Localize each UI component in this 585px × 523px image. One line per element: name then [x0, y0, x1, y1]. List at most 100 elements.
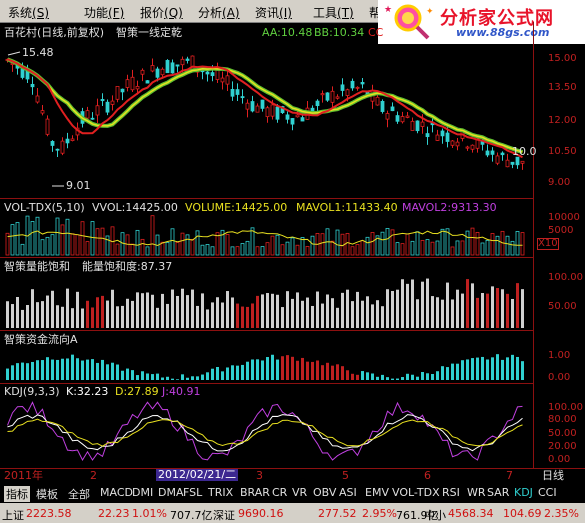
tab-dmi[interactable]: DMI: [132, 486, 153, 499]
tab-rsi[interactable]: RSI: [442, 486, 460, 499]
volume-bar: [35, 216, 40, 256]
volume-bar: [270, 235, 275, 256]
kdj-name: KDJ(9,3,3): [4, 385, 60, 398]
volume-bar: [130, 243, 135, 256]
sz-index: 9690.16: [238, 507, 284, 520]
flow-bar: [186, 377, 189, 380]
flow-bar: [406, 373, 409, 380]
tab-brar[interactable]: BRAR: [240, 486, 270, 499]
tab-dma[interactable]: DMA: [158, 486, 184, 499]
bb-value: BB:10.34: [314, 26, 365, 39]
candle-body: [215, 69, 220, 80]
candle-body: [255, 105, 260, 113]
tab-vol-tdx[interactable]: VOL-TDX: [392, 486, 440, 499]
mavol2-value: MAVOL2:9313.30: [402, 201, 497, 214]
candle-body: [425, 133, 430, 138]
tab-macd[interactable]: MACD: [100, 486, 133, 499]
volume-bar: [225, 234, 230, 256]
tab-sar[interactable]: SAR: [487, 486, 509, 499]
tab-template[interactable]: 模板: [36, 486, 58, 502]
saturation-bar: [186, 295, 189, 328]
panel-divider-flow: [0, 330, 533, 332]
candle-body: [385, 113, 390, 120]
tab-cr[interactable]: CR: [272, 486, 287, 499]
saturation-bar: [221, 302, 224, 328]
flow-bar: [446, 367, 449, 380]
saturation-bar: [426, 278, 429, 328]
volume-bar: [150, 215, 155, 256]
saturation-bar: [486, 293, 489, 328]
volume-bar: [280, 244, 285, 256]
tab-emv[interactable]: EMV: [365, 486, 389, 499]
volume-bar: [185, 234, 190, 256]
saturation-bar: [141, 293, 144, 328]
flow-bar: [211, 368, 214, 380]
tab-indicators[interactable]: 指标: [4, 486, 30, 502]
flow-bar: [311, 361, 314, 380]
candle-body: [90, 117, 95, 120]
flow-bar: [176, 379, 179, 380]
volume-bar: [465, 230, 470, 256]
candle-body: [70, 138, 75, 141]
tab-obv[interactable]: OBV: [313, 486, 336, 499]
tab-wr[interactable]: WR: [467, 486, 486, 499]
tab-trix[interactable]: TRIX: [208, 486, 233, 499]
tab-asi[interactable]: ASI: [339, 486, 357, 499]
saturation-bar: [311, 305, 314, 328]
flow-bar: [276, 359, 279, 380]
saturation-bar: [351, 301, 354, 328]
candle-body: [320, 93, 325, 96]
vol-name: VOL-TDX(5,10): [4, 201, 85, 214]
flow-bar: [351, 373, 354, 380]
last-price-label: 10.0: [512, 145, 537, 158]
saturation-bar: [11, 304, 14, 328]
flow-bar: [181, 374, 184, 380]
volume-bar: [245, 240, 250, 256]
volume-bar: [350, 246, 355, 256]
flow-bar: [451, 363, 454, 380]
tab-fsl[interactable]: FSL: [183, 486, 202, 499]
volume-bar: [160, 241, 165, 256]
volume-bar: [360, 240, 365, 256]
saturation-bar: [276, 294, 279, 328]
saturation-bar: [251, 303, 254, 328]
tab-vr[interactable]: VR: [292, 486, 307, 499]
candle-body: [30, 83, 35, 88]
vvol-value: VVOL:14425.00: [92, 201, 178, 214]
saturation-bar: [386, 289, 389, 328]
kdj-k-value: K:32.23: [66, 385, 109, 398]
candle-body: [110, 100, 115, 105]
volume-bar: [265, 242, 270, 256]
candle-body: [450, 140, 455, 146]
saturation-bar: [236, 303, 239, 328]
flow-bar: [266, 357, 269, 380]
flow-bar: [126, 368, 129, 380]
volume-bar: [170, 228, 175, 256]
flow-bar: [361, 371, 364, 380]
candle-body: [520, 160, 525, 164]
tab-cci[interactable]: CCI: [538, 486, 557, 499]
flow-bar: [41, 360, 44, 380]
flow-bar: [321, 365, 324, 380]
saturation-bar: [81, 308, 84, 328]
saturation-bar: [321, 303, 324, 328]
flow-bar: [521, 361, 524, 380]
candle-body: [375, 96, 380, 106]
flow-bar: [281, 356, 284, 380]
flow-bar: [81, 360, 84, 380]
flow-bar: [221, 371, 224, 380]
selected-date[interactable]: 2012/02/21/二: [156, 469, 239, 481]
volume-bar: [75, 234, 80, 256]
flow-bar: [76, 358, 79, 380]
flow-bar: [436, 371, 439, 380]
flow-bar: [191, 376, 194, 380]
saturation-bar: [456, 289, 459, 328]
tab-all[interactable]: 全部: [68, 486, 90, 502]
candle-body: [285, 114, 290, 120]
tab-kdj[interactable]: KDJ: [514, 486, 533, 499]
saturation-bar: [346, 289, 349, 328]
flow-bar: [86, 359, 89, 380]
indicator-name: 智策一线定乾: [116, 26, 182, 39]
period-label[interactable]: 日线: [542, 470, 564, 482]
saturation-bar: [146, 292, 149, 328]
